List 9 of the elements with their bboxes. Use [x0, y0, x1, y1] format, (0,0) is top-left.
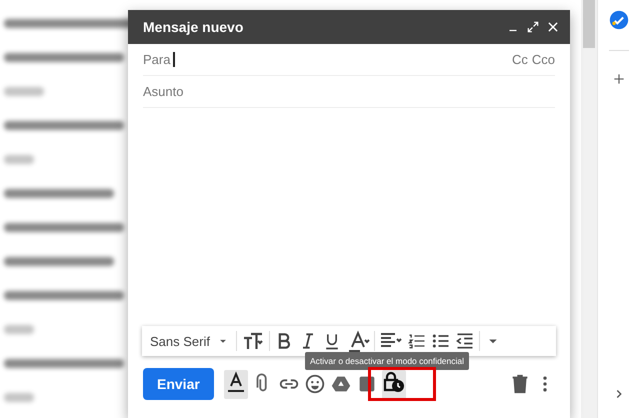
to-field[interactable]: Para Cc Cco [143, 44, 555, 76]
cc-link[interactable]: Cc [512, 52, 528, 67]
bcc-link[interactable]: Cco [532, 52, 555, 67]
to-label: Para [143, 52, 170, 67]
window-title: Mensaje nuevo [143, 19, 244, 35]
font-dropdown[interactable]: Sans Serif [148, 334, 232, 348]
subject-field[interactable]: Asunto [143, 84, 555, 99]
tooltip: Activar o desactivar el modo confidencial [305, 352, 470, 370]
send-button[interactable]: Enviar [143, 368, 214, 400]
